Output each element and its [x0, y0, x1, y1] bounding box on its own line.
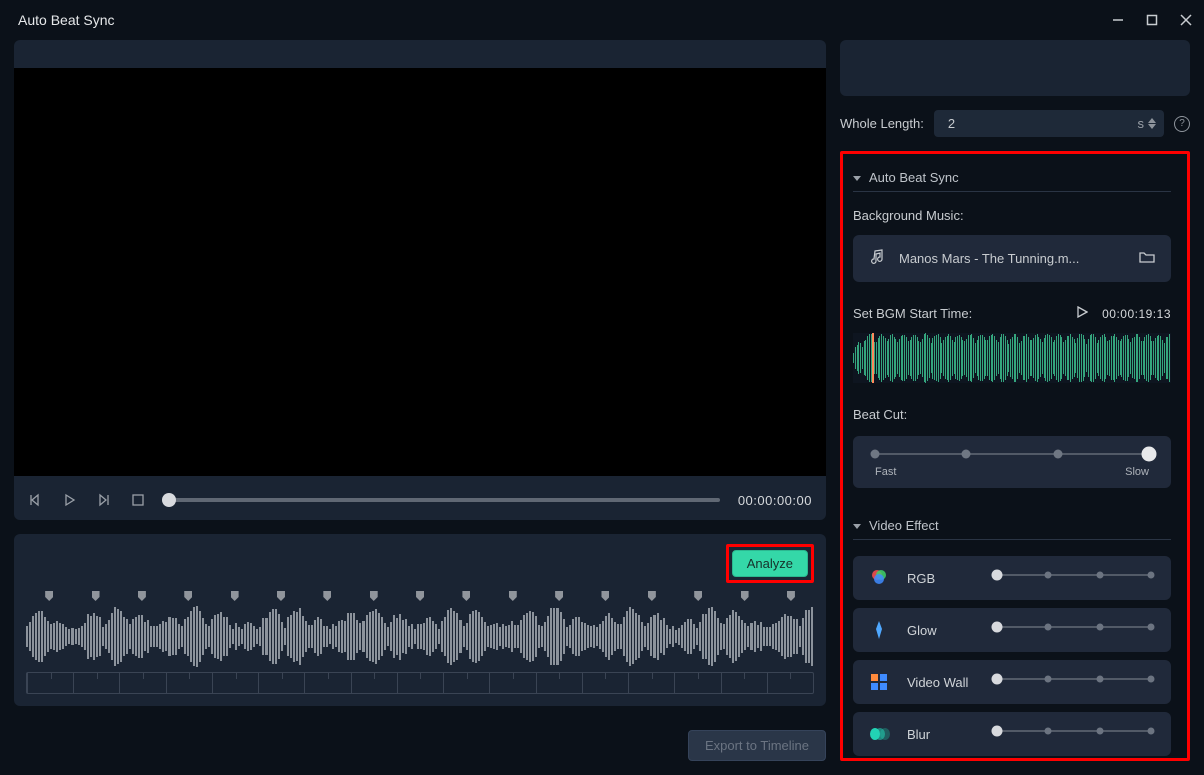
timeline-ruler — [26, 672, 814, 694]
play-button[interactable] — [62, 492, 78, 508]
folder-icon[interactable] — [1139, 250, 1155, 267]
beat-cut-slider[interactable] — [875, 448, 1149, 460]
whole-length-input-wrap: s — [934, 110, 1164, 137]
prev-frame-button[interactable] — [28, 492, 44, 508]
preview-panel: 00:00:00:00 — [14, 40, 826, 520]
bgm-start-time-row: Set BGM Start Time: 00:00:19:13 — [853, 306, 1171, 321]
bgm-timecode: 00:00:19:13 — [1102, 307, 1171, 321]
glow-icon — [867, 618, 891, 642]
next-frame-button[interactable] — [96, 492, 112, 508]
analyze-button[interactable]: Analyze — [732, 550, 808, 577]
whole-length-unit: s — [1138, 116, 1145, 131]
right-column: Whole Length: s ? Auto Beat Sync Backgro… — [840, 40, 1190, 761]
effect-list: RGB Glow Video Wall Blur — [853, 556, 1171, 756]
effect-row-glow: Glow — [853, 608, 1171, 652]
effect-name: Glow — [907, 623, 981, 638]
section-title: Video Effect — [869, 518, 939, 533]
chevron-down-icon — [853, 522, 861, 530]
playhead-timecode: 00:00:00:00 — [738, 493, 812, 508]
whole-length-stepper[interactable] — [1148, 118, 1156, 129]
main-area: 00:00:00:00 Analyze Export to Timeline W… — [0, 40, 1204, 775]
playhead-slider[interactable] — [164, 498, 720, 502]
music-note-icon — [869, 249, 885, 268]
left-column: 00:00:00:00 Analyze Export to Timeline — [14, 40, 826, 761]
video-preview[interactable] — [14, 68, 826, 476]
stop-button[interactable] — [130, 492, 146, 508]
section-auto-beat-sync[interactable]: Auto Beat Sync — [853, 164, 1171, 192]
maximize-button[interactable] — [1146, 14, 1158, 26]
titlebar: Auto Beat Sync — [0, 0, 1204, 40]
window-title: Auto Beat Sync — [18, 12, 115, 28]
effect-row-blur: Blur — [853, 712, 1171, 756]
beat-cut-slow-label: Slow — [1125, 466, 1149, 478]
properties-panel: Auto Beat Sync Background Music: Manos M… — [840, 151, 1190, 761]
window-controls — [1112, 14, 1192, 26]
transport-bar: 00:00:00:00 — [14, 488, 826, 510]
minimize-button[interactable] — [1112, 14, 1124, 26]
effect-slider[interactable] — [997, 674, 1151, 684]
effect-name: Video Wall — [907, 675, 981, 690]
timeline-waveform[interactable] — [26, 591, 814, 694]
bgm-waveform[interactable] — [853, 333, 1171, 383]
bgm-playhead[interactable] — [872, 333, 874, 383]
beat-markers — [26, 591, 814, 603]
whole-length-label: Whole Length: — [840, 116, 924, 131]
effect-row-video-wall: Video Wall — [853, 660, 1171, 704]
rgb-icon — [867, 566, 891, 590]
whole-length-input[interactable] — [948, 116, 1138, 131]
close-button[interactable] — [1180, 14, 1192, 26]
music-file-selector[interactable]: Manos Mars - The Tunning.m... — [853, 235, 1171, 282]
beat-cut-label: Beat Cut: — [853, 407, 1171, 422]
effect-slider[interactable] — [997, 570, 1151, 580]
bgm-play-icon[interactable] — [1076, 306, 1088, 321]
section-video-effect[interactable]: Video Effect — [853, 512, 1171, 540]
effect-name: RGB — [907, 571, 981, 586]
effect-name: Blur — [907, 727, 981, 742]
background-music-label: Background Music: — [853, 208, 1171, 223]
export-row: Export to Timeline — [14, 730, 826, 761]
beat-cut-box: Fast Slow — [853, 436, 1171, 488]
section-title: Auto Beat Sync — [869, 170, 959, 185]
set-bgm-label: Set BGM Start Time: — [853, 306, 972, 321]
effect-slider[interactable] — [997, 726, 1151, 736]
whole-length-row: Whole Length: s ? — [840, 110, 1190, 137]
effect-row-rgb: RGB — [853, 556, 1171, 600]
timeline-panel: Analyze — [14, 534, 826, 706]
music-file-name: Manos Mars - The Tunning.m... — [899, 251, 1125, 266]
beat-cut-fast-label: Fast — [875, 466, 896, 478]
chevron-down-icon — [853, 174, 861, 182]
blur-icon — [867, 722, 891, 746]
effect-slider[interactable] — [997, 622, 1151, 632]
analyze-wrap: Analyze — [26, 544, 814, 583]
right-top-panel — [840, 40, 1190, 96]
audio-waveform — [26, 605, 814, 668]
analyze-highlight: Analyze — [726, 544, 814, 583]
export-timeline-button[interactable]: Export to Timeline — [688, 730, 826, 761]
video-wall-icon — [867, 670, 891, 694]
help-icon[interactable]: ? — [1174, 116, 1190, 132]
